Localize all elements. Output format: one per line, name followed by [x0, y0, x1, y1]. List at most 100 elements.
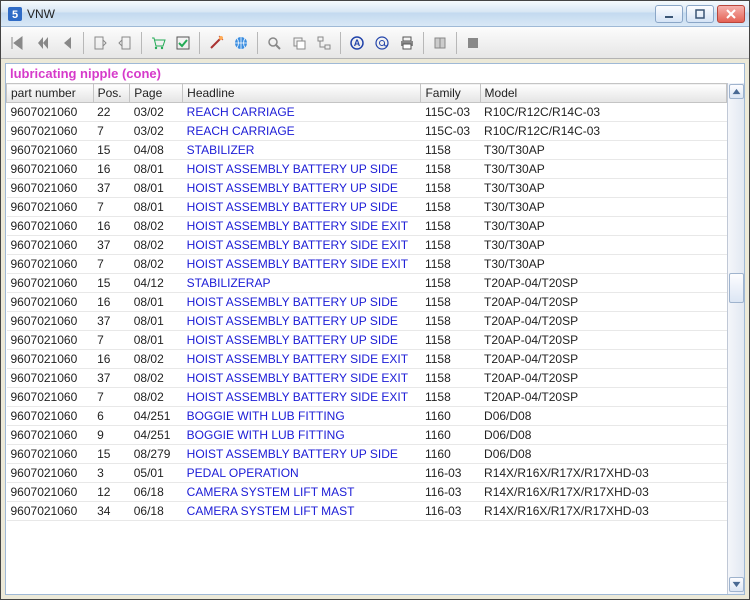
- cell-page: 03/02: [130, 122, 183, 141]
- toolbar-separator: [83, 32, 84, 54]
- cell-head[interactable]: STABILIZERAP: [183, 274, 421, 293]
- toolbar: A: [1, 27, 749, 59]
- at-sign-icon[interactable]: [370, 31, 394, 55]
- cell-head[interactable]: HOIST ASSEMBLY BATTERY SIDE EXIT: [183, 255, 421, 274]
- cell-head[interactable]: HOIST ASSEMBLY BATTERY SIDE EXIT: [183, 236, 421, 255]
- cell-page: 04/12: [130, 274, 183, 293]
- table-row[interactable]: 96070210603708/01HOIST ASSEMBLY BATTERY …: [7, 312, 727, 331]
- book-icon: [428, 31, 452, 55]
- table-row[interactable]: 9607021060305/01PEDAL OPERATION116-03R14…: [7, 464, 727, 483]
- table-row[interactable]: 96070210602203/02REACH CARRIAGE115C-03R1…: [7, 103, 727, 122]
- cart-icon[interactable]: [146, 31, 170, 55]
- cell-part: 9607021060: [7, 350, 94, 369]
- close-button[interactable]: [717, 5, 745, 23]
- cell-pos: 37: [93, 179, 130, 198]
- col-page[interactable]: Page: [130, 84, 183, 103]
- table-row[interactable]: 96070210603406/18CAMERA SYSTEM LIFT MAST…: [7, 502, 727, 521]
- scroll-down-icon[interactable]: [729, 577, 744, 592]
- cell-head[interactable]: HOIST ASSEMBLY BATTERY UP SIDE: [183, 160, 421, 179]
- col-model[interactable]: Model: [480, 84, 726, 103]
- cell-model: T20AP-04/T20SP: [480, 369, 726, 388]
- cell-fam: 1158: [421, 331, 480, 350]
- table-row[interactable]: 9607021060904/251BOGGIE WITH LUB FITTING…: [7, 426, 727, 445]
- maximize-button[interactable]: [686, 5, 714, 23]
- cell-head[interactable]: REACH CARRIAGE: [183, 103, 421, 122]
- cell-model: R10C/R12C/R14C-03: [480, 103, 726, 122]
- col-headline[interactable]: Headline: [183, 84, 421, 103]
- cell-fam: 1158: [421, 274, 480, 293]
- a-circled-icon[interactable]: A: [345, 31, 369, 55]
- content-panel: lubricating nipple (cone) part number Po…: [5, 63, 745, 595]
- cell-head[interactable]: REACH CARRIAGE: [183, 122, 421, 141]
- cell-head[interactable]: HOIST ASSEMBLY BATTERY UP SIDE: [183, 293, 421, 312]
- cell-head[interactable]: CAMERA SYSTEM LIFT MAST: [183, 502, 421, 521]
- cell-model: T30/T30AP: [480, 217, 726, 236]
- toolbar-separator: [456, 32, 457, 54]
- cell-part: 9607021060: [7, 502, 94, 521]
- cell-head[interactable]: HOIST ASSEMBLY BATTERY SIDE EXIT: [183, 388, 421, 407]
- cell-head[interactable]: HOIST ASSEMBLY BATTERY SIDE EXIT: [183, 350, 421, 369]
- cell-head[interactable]: STABILIZER: [183, 141, 421, 160]
- cell-head[interactable]: CAMERA SYSTEM LIFT MAST: [183, 483, 421, 502]
- table-row[interactable]: 9607021060703/02REACH CARRIAGE115C-03R10…: [7, 122, 727, 141]
- table-row[interactable]: 9607021060708/02HOIST ASSEMBLY BATTERY S…: [7, 388, 727, 407]
- table-row[interactable]: 9607021060604/251BOGGIE WITH LUB FITTING…: [7, 407, 727, 426]
- table-row[interactable]: 96070210601608/01HOIST ASSEMBLY BATTERY …: [7, 160, 727, 179]
- table-row[interactable]: 96070210601504/12STABILIZERAP1158T20AP-0…: [7, 274, 727, 293]
- cell-part: 9607021060: [7, 483, 94, 502]
- table-row[interactable]: 96070210603708/01HOIST ASSEMBLY BATTERY …: [7, 179, 727, 198]
- col-part-number[interactable]: part number: [7, 84, 94, 103]
- print-icon[interactable]: [395, 31, 419, 55]
- cell-head[interactable]: HOIST ASSEMBLY BATTERY UP SIDE: [183, 331, 421, 350]
- nav-prev-icon: [55, 31, 79, 55]
- grid-wrap: part number Pos. Page Headline Family Mo…: [6, 83, 744, 594]
- table-row[interactable]: 96070210601504/08STABILIZER1158T30/T30AP: [7, 141, 727, 160]
- table-row[interactable]: 9607021060708/02HOIST ASSEMBLY BATTERY S…: [7, 255, 727, 274]
- titlebar[interactable]: 5 VNW: [1, 1, 749, 27]
- cell-head[interactable]: HOIST ASSEMBLY BATTERY UP SIDE: [183, 179, 421, 198]
- cell-head[interactable]: HOIST ASSEMBLY BATTERY UP SIDE: [183, 198, 421, 217]
- cell-head[interactable]: PEDAL OPERATION: [183, 464, 421, 483]
- nav-first-icon: [5, 31, 29, 55]
- globe-icon[interactable]: [229, 31, 253, 55]
- col-family[interactable]: Family: [421, 84, 480, 103]
- wand-icon[interactable]: [204, 31, 228, 55]
- col-pos[interactable]: Pos.: [93, 84, 130, 103]
- cell-head[interactable]: BOGGIE WITH LUB FITTING: [183, 407, 421, 426]
- cell-part: 9607021060: [7, 198, 94, 217]
- cell-model: T20AP-04/T20SP: [480, 350, 726, 369]
- table-row[interactable]: 96070210601206/18CAMERA SYSTEM LIFT MAST…: [7, 483, 727, 502]
- vertical-scrollbar[interactable]: [727, 83, 744, 594]
- cell-head[interactable]: BOGGIE WITH LUB FITTING: [183, 426, 421, 445]
- cell-head[interactable]: HOIST ASSEMBLY BATTERY UP SIDE: [183, 312, 421, 331]
- scroll-thumb[interactable]: [729, 273, 744, 303]
- cell-pos: 15: [93, 445, 130, 464]
- table-row[interactable]: 96070210601608/02HOIST ASSEMBLY BATTERY …: [7, 217, 727, 236]
- table-row[interactable]: 96070210603708/02HOIST ASSEMBLY BATTERY …: [7, 236, 727, 255]
- cell-head[interactable]: HOIST ASSEMBLY BATTERY UP SIDE: [183, 445, 421, 464]
- table-row[interactable]: 96070210601508/279HOIST ASSEMBLY BATTERY…: [7, 445, 727, 464]
- cell-page: 08/02: [130, 388, 183, 407]
- cell-head[interactable]: HOIST ASSEMBLY BATTERY SIDE EXIT: [183, 217, 421, 236]
- check-icon[interactable]: [171, 31, 195, 55]
- cell-pos: 37: [93, 236, 130, 255]
- table-row[interactable]: 9607021060708/01HOIST ASSEMBLY BATTERY U…: [7, 331, 727, 350]
- nav-prev-page-icon: [30, 31, 54, 55]
- table-row[interactable]: 96070210603708/02HOIST ASSEMBLY BATTERY …: [7, 369, 727, 388]
- cell-pos: 9: [93, 426, 130, 445]
- table-row[interactable]: 96070210601608/02HOIST ASSEMBLY BATTERY …: [7, 350, 727, 369]
- scroll-up-icon[interactable]: [729, 84, 744, 99]
- app-window: 5 VNW A lubricating nipple (cone) part n…: [0, 0, 750, 600]
- cell-fam: 1158: [421, 293, 480, 312]
- cell-page: 04/251: [130, 426, 183, 445]
- grid-scroll[interactable]: part number Pos. Page Headline Family Mo…: [6, 83, 727, 594]
- table-row[interactable]: 9607021060708/01HOIST ASSEMBLY BATTERY U…: [7, 198, 727, 217]
- cell-fam: 116-03: [421, 483, 480, 502]
- table-row[interactable]: 96070210601608/01HOIST ASSEMBLY BATTERY …: [7, 293, 727, 312]
- cell-part: 9607021060: [7, 312, 94, 331]
- minimize-button[interactable]: [655, 5, 683, 23]
- cell-head[interactable]: HOIST ASSEMBLY BATTERY SIDE EXIT: [183, 369, 421, 388]
- cell-page: 08/02: [130, 369, 183, 388]
- cell-part: 9607021060: [7, 217, 94, 236]
- cell-part: 9607021060: [7, 179, 94, 198]
